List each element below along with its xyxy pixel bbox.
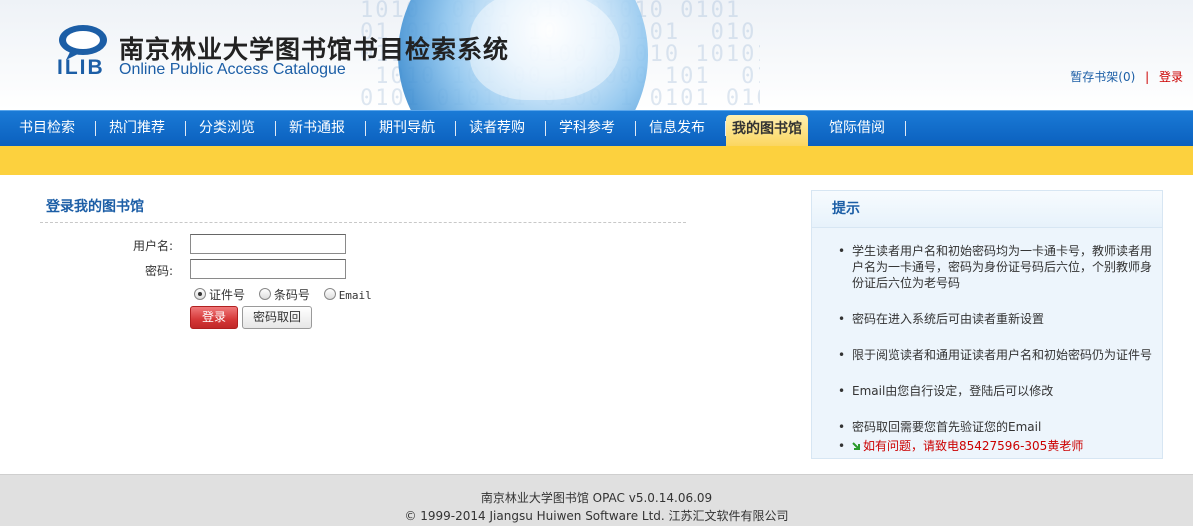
tip-item: • 密码在进入系统后可由读者重新设置 (812, 311, 1162, 327)
nav-item-subject-ref: 学科参考 (546, 111, 636, 146)
nav-link-recommend[interactable]: 读者荐购 (456, 111, 546, 146)
tips-list: • 学生读者用户名和初始密码均为一卡通卡号，教师读者用户名为一卡通号，密码为身份证… (812, 243, 1162, 454)
retrieve-password-button[interactable]: 密码取回 (242, 306, 312, 329)
page-header: 1010 0101 010 01010 0101 01 0101010 10 1… (0, 0, 1193, 110)
login-panel: 登录我的图书馆 用户名: 密码: 证件号 条码号 Email 登录 密码取回 (40, 190, 686, 329)
tip-text: Email由您自行设定，登陆后可以修改 (852, 384, 1054, 398)
site-subtitle: Online Public Access Catalogue (119, 61, 346, 78)
nav-item-search: 书目检索 (6, 111, 96, 146)
page-footer: 南京林业大学图书馆 OPAC v5.0.14.06.09 © 1999-2014… (0, 474, 1193, 526)
bullet-icon: • (838, 384, 846, 398)
login-type-radio-group: 证件号 条码号 Email (194, 286, 382, 303)
green-arrow-icon (852, 442, 860, 450)
footer-version: 南京林业大学图书馆 OPAC v5.0.14.06.09 (480, 491, 713, 505)
nav-link-popular[interactable]: 热门推荐 (96, 111, 186, 146)
bullet-icon: • (838, 244, 846, 258)
logo-text: ILIB (57, 56, 105, 79)
tip-item: • 学生读者用户名和初始密码均为一卡通卡号，教师读者用户名为一卡通号，密码为身份证… (812, 243, 1162, 291)
nav-item-news: 信息发布 (636, 111, 726, 146)
nav-link-journals[interactable]: 期刊导航 (366, 111, 456, 146)
bullet-icon: • (838, 312, 846, 326)
tip-item: • Email由您自行设定，登陆后可以修改 (812, 383, 1162, 399)
password-input[interactable] (190, 259, 346, 279)
nav-item-my-library: 我的图书馆 (726, 111, 808, 146)
top-links-separator: | (1145, 70, 1150, 84)
login-link[interactable]: 登录 (1159, 70, 1183, 84)
username-input[interactable] (190, 234, 346, 254)
nav-item-browse: 分类浏览 (186, 111, 276, 146)
radio-email-label: Email (338, 288, 372, 302)
nav-link-news[interactable]: 信息发布 (636, 111, 726, 146)
tip-contact-text: 如有问题，请致电85427596-305黄老师 (863, 439, 1084, 453)
tip-text: 限于阅览读者和通用证读者用户名和初始密码仍为证件号 (852, 348, 1153, 362)
radio-email[interactable]: Email (323, 287, 372, 302)
nav-item-recommend: 读者荐购 (456, 111, 546, 146)
radio-barcode[interactable]: 条码号 (258, 286, 310, 303)
radio-checked-icon[interactable] (194, 288, 206, 300)
login-title: 登录我的图书馆 (40, 190, 686, 223)
nav-item-journals: 期刊导航 (366, 111, 456, 146)
nav-link-subject-ref[interactable]: 学科参考 (546, 111, 636, 146)
tip-text: 密码在进入系统后可由读者重新设置 (852, 312, 1045, 326)
nav-item-ill: 馆际借阅 (816, 111, 906, 146)
tip-text: 学生读者用户名和初始密码均为一卡通卡号，教师读者用户名为一卡通号，密码为身份证号… (852, 244, 1153, 290)
top-links: 暂存书架(0) | 登录 (1070, 68, 1183, 85)
nav-link-search[interactable]: 书目检索 (6, 111, 96, 146)
subnav-bar (0, 146, 1193, 175)
nav-item-popular: 热门推荐 (96, 111, 186, 146)
tips-title: 提示 (812, 191, 1162, 228)
nav-link-new-books[interactable]: 新书通报 (276, 111, 366, 146)
nav-link-browse[interactable]: 分类浏览 (186, 111, 276, 146)
tip-text: 密码取回需要您首先验证您的Email (852, 420, 1042, 434)
temp-shelf-link[interactable]: 暂存书架(0) (1070, 70, 1135, 84)
bullet-icon: • (838, 348, 846, 362)
main-nav: 书目检索 热门推荐 分类浏览 新书通报 期刊导航 读者荐购 学科参考 信息发布 … (0, 110, 1193, 146)
nav-link-ill[interactable]: 馆际借阅 (816, 111, 906, 146)
radio-unchecked-icon[interactable] (323, 287, 336, 300)
login-button[interactable]: 登录 (190, 306, 238, 329)
radio-id-number[interactable]: 证件号 (194, 286, 245, 303)
radio-id-number-label: 证件号 (209, 288, 246, 302)
tips-panel: 提示 • 学生读者用户名和初始密码均为一卡通卡号，教师读者用户名为一卡通号，密码为… (811, 190, 1163, 459)
tip-item: • 密码取回需要您首先验证您的Email (812, 419, 1162, 435)
bullet-icon: • (838, 439, 846, 453)
username-label: 用户名: (132, 239, 173, 253)
password-label: 密码: (144, 264, 173, 278)
nav-item-new-books: 新书通报 (276, 111, 366, 146)
footer-copyright: © 1999-2014 Jiangsu Huiwen Software Ltd.… (404, 509, 789, 523)
nav-divider (905, 121, 906, 136)
nav-link-my-library[interactable]: 我的图书馆 (726, 115, 808, 146)
tip-item: • 限于阅览读者和通用证读者用户名和初始密码仍为证件号 (812, 347, 1162, 363)
tip-contact-item: • 如有问题，请致电85427596-305黄老师 (812, 438, 1162, 454)
bullet-icon: • (838, 420, 846, 434)
radio-barcode-label: 条码号 (273, 288, 310, 302)
radio-unchecked-icon[interactable] (258, 288, 271, 300)
